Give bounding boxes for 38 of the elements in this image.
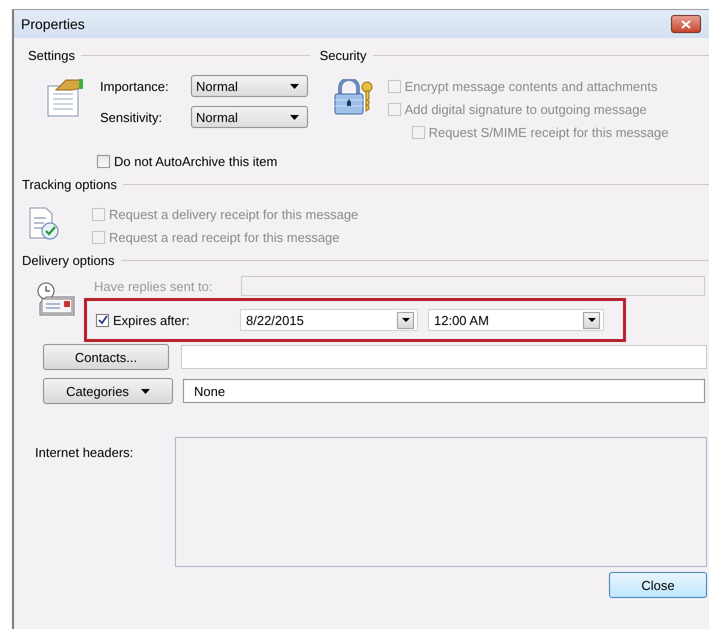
categories-field[interactable]: None xyxy=(183,379,705,403)
section-title: Delivery options xyxy=(22,253,114,268)
input-field[interactable] xyxy=(241,276,705,296)
section-title: Settings xyxy=(28,48,75,63)
dropdown-arrow-icon xyxy=(290,114,299,120)
field-label: Have replies sent to: xyxy=(93,278,214,294)
checkbox-label: Encrypt message contents and attachments xyxy=(404,79,658,94)
checkbox-label: Request S/MIME receipt for this message xyxy=(428,125,668,140)
headers-text-area[interactable] xyxy=(175,437,707,567)
checkbox-label: Request a delivery receipt for this message xyxy=(109,207,358,222)
dropdown-arrow-icon xyxy=(290,84,299,88)
dropdown[interactable]: Normal xyxy=(191,75,308,97)
checkbox[interactable] xyxy=(97,155,110,168)
section-title: Security xyxy=(320,48,367,63)
close-icon xyxy=(681,20,691,28)
dropdown[interactable]: Normal xyxy=(191,106,308,128)
contacts-button[interactable]: Contacts... xyxy=(43,344,169,370)
checkbox-label: Add digital signature to outgoing message xyxy=(404,102,647,117)
close-button[interactable]: Close xyxy=(609,572,707,598)
date-dropdown[interactable]: 8/22/2015 xyxy=(240,309,418,331)
window-title: Properties xyxy=(21,16,85,32)
contacts-field[interactable] xyxy=(181,345,707,369)
checkbox-label: Do not AutoArchive this item xyxy=(114,154,278,169)
checkbox-label: Expires after: xyxy=(113,312,190,328)
padlock-key-icon xyxy=(332,79,374,115)
field-label: Sensitivity: xyxy=(100,110,164,124)
checkbox[interactable] xyxy=(96,314,109,326)
dropdown-arrow-icon xyxy=(140,388,150,394)
dropdown-arrow-icon xyxy=(588,318,596,322)
field-label: Internet headers: xyxy=(34,445,134,462)
section-title: Tracking options xyxy=(22,177,117,192)
categories-button[interactable]: Categories xyxy=(43,378,173,404)
time-dropdown[interactable]: 12:00 AM xyxy=(428,309,604,331)
checkbox-label: Request a read receipt for this message xyxy=(109,230,340,245)
field-label: Importance: xyxy=(100,78,170,94)
close-button[interactable] xyxy=(671,15,701,33)
dropdown-arrow-icon xyxy=(402,318,410,322)
document-hand-icon xyxy=(46,78,84,118)
